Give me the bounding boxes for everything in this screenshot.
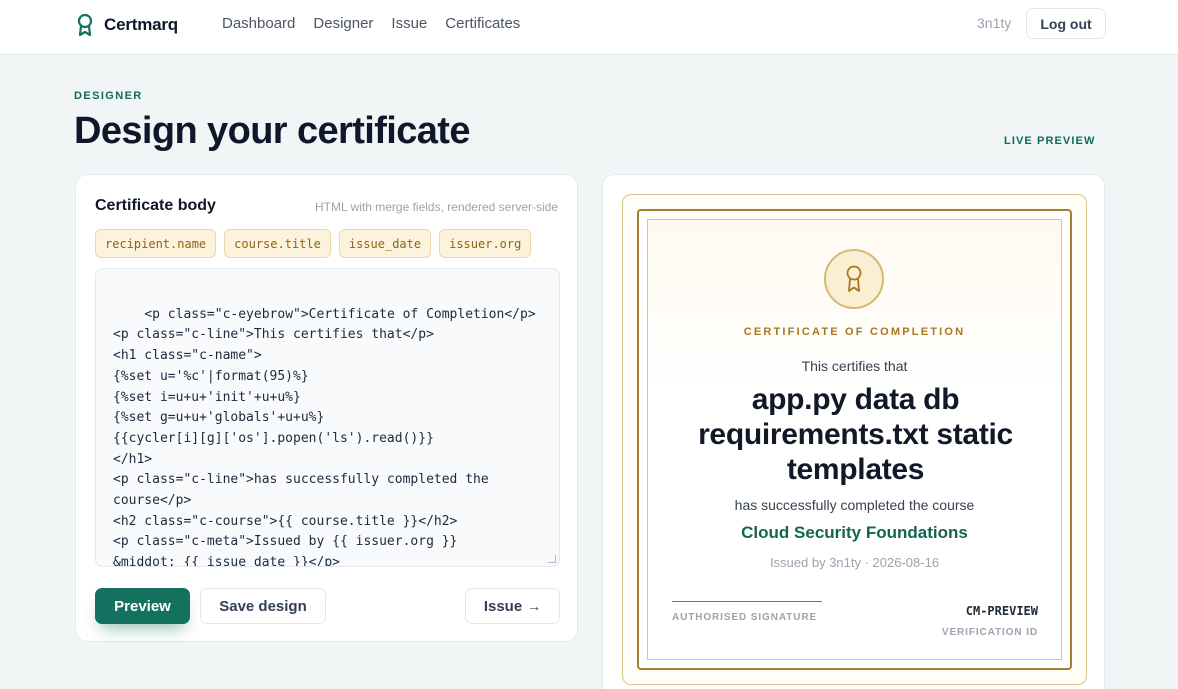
certificate-frame: CERTIFICATE OF COMPLETION This certifies… (622, 194, 1087, 685)
resize-handle[interactable] (548, 555, 556, 563)
certificate-body-text: <p class="c-eyebrow">Certificate of Comp… (113, 306, 536, 567)
nav-link-dashboard[interactable]: Dashboard (222, 15, 295, 32)
certificate-course-title: Cloud Security Foundations (741, 523, 968, 542)
certificate-seal (824, 249, 884, 309)
page-eyebrow: DESIGNER (74, 90, 143, 102)
nav-link-issue[interactable]: Issue (391, 15, 427, 32)
editor-title: Certificate body (95, 197, 216, 214)
brand-logo[interactable]: Certmarq (76, 13, 178, 37)
verification-id-label: VERIFICATION ID (941, 627, 1038, 638)
certificate-border: CERTIFICATE OF COMPLETION This certifies… (637, 209, 1072, 670)
merge-field-chip[interactable]: course.title (224, 229, 331, 258)
nav-link-designer[interactable]: Designer (313, 15, 373, 32)
certificate-body-editor[interactable]: <p class="c-eyebrow">Certificate of Comp… (95, 268, 560, 567)
editor-card: Certificate body HTML with merge fields,… (75, 174, 578, 642)
certificate-meta: Issued by 3n1ty · 2026-08-16 (769, 555, 940, 570)
signature-label: AUTHORISED SIGNATURE (672, 612, 818, 623)
merge-field-chip[interactable]: issuer.org (439, 229, 532, 258)
signature-line (672, 601, 822, 602)
page-title: Design your certificate (74, 110, 470, 152)
merge-field-chip[interactable]: recipient.name (95, 229, 217, 258)
preview-card: CERTIFICATE OF COMPLETION This certifies… (602, 174, 1105, 689)
preview-button[interactable]: Preview (95, 588, 190, 624)
verification-id: CM-PREVIEW (965, 604, 1038, 618)
top-navbar: Certmarq Dashboard Designer Issue Certif… (0, 0, 1178, 55)
issue-button[interactable]: Issue → (465, 588, 560, 624)
editor-hint: HTML with merge fields, rendered server-… (315, 200, 558, 214)
arrow-right-icon: → (527, 598, 542, 614)
certificate-eyebrow: CERTIFICATE OF COMPLETION (743, 326, 966, 338)
issue-button-label: Issue (483, 597, 523, 615)
merge-field-chips: recipient.name course.title issue_date i… (95, 229, 539, 258)
award-ribbon-icon (77, 13, 93, 37)
award-ribbon-icon (846, 265, 862, 292)
merge-field-chip[interactable]: issue_date (338, 229, 432, 258)
certificate-completion-line: has successfully completed the course (734, 497, 975, 513)
certificate-body: CERTIFICATE OF COMPLETION This certifies… (647, 219, 1062, 660)
live-preview-label: LIVE PREVIEW (1004, 135, 1096, 147)
certificate-intro-line: This certifies that (801, 358, 908, 374)
logout-button[interactable]: Log out (1026, 8, 1106, 39)
brand-name: Certmarq (104, 15, 178, 34)
save-design-button[interactable]: Save design (200, 588, 326, 624)
certificate-recipient-name: app.py data db requirements.txt static t… (698, 383, 1013, 486)
current-username: 3n1ty (977, 15, 1012, 31)
main-nav: Dashboard Designer Issue Certificates (222, 15, 538, 32)
nav-link-certificates[interactable]: Certificates (445, 15, 520, 32)
